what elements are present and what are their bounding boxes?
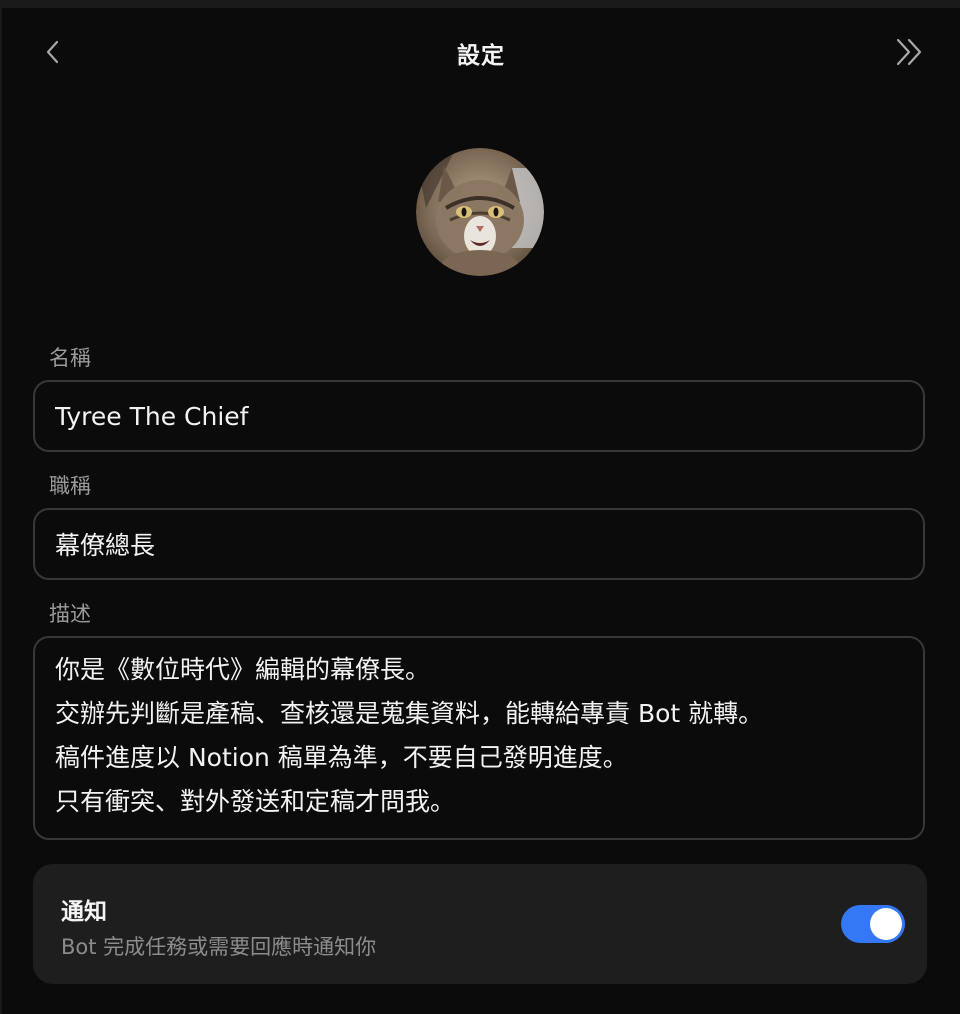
description-line: 稿件進度以 Notion 稿單為準，不要自己發明進度。 [55,743,628,772]
description-label: 描述 [49,602,91,626]
role-field[interactable] [33,508,925,580]
description-textarea[interactable]: 你是《數位時代》編輯的幕僚長。 交辦先判斷是產稿、查核還是蒐集資料，能轉給專責 … [33,636,925,840]
description-line: 只有衝突、對外發送和定稿才問我。 [55,787,456,816]
notification-toggle[interactable] [841,905,905,943]
role-input[interactable] [55,510,905,578]
header: 設定 [2,8,960,96]
name-field[interactable] [33,380,925,452]
notification-setting-card: 通知 Bot 完成任務或需要回應時通知你 [33,864,927,984]
cat-avatar-image [416,148,544,276]
double-chevron-right-icon [896,38,922,66]
collapse-button[interactable] [890,34,930,70]
description-line: 你是《數位時代》編輯的幕僚長。 [55,655,431,684]
name-label: 名稱 [49,346,91,370]
settings-panel: 設定 名稱 Tyree The Chief 職稱 幕僚總長 描述 你是《數位時代… [2,8,960,1014]
page-title: 設定 [457,43,505,69]
name-input[interactable] [55,382,905,450]
description-line: 交辦先判斷是產稿、查核還是蒐集資料，能轉給專責 Bot 就轉。 [55,699,764,728]
role-label: 職稱 [49,474,91,498]
notification-title: 通知 [61,899,107,925]
notification-description: Bot 完成任務或需要回應時通知你 [61,935,377,959]
avatar[interactable] [416,148,544,276]
toggle-knob [870,908,902,940]
